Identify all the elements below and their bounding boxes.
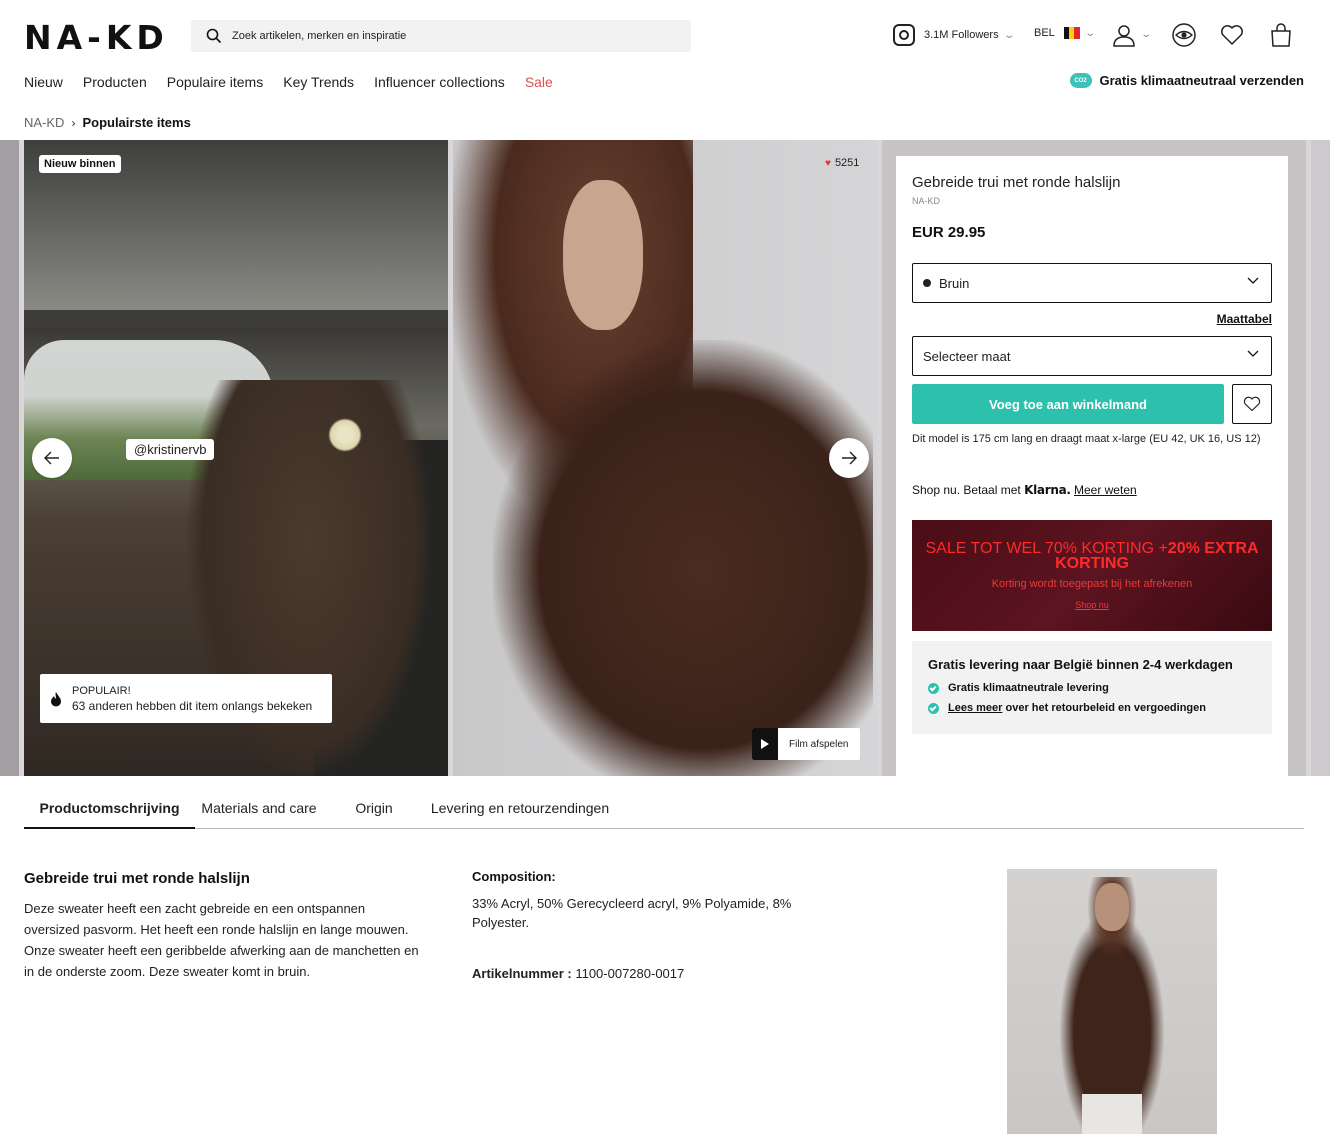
influencer-handle-tag[interactable]: @kristinervb bbox=[126, 439, 215, 460]
size-chart-link[interactable]: Maattabel bbox=[1217, 312, 1272, 326]
region-code: BEL bbox=[1034, 27, 1055, 39]
klarna-more-link[interactable]: Meer weten bbox=[1074, 483, 1137, 497]
co2-cloud-icon: CO2 bbox=[1069, 73, 1092, 88]
delivery-item-2-text: over het retourbeleid en vergoedingen bbox=[1005, 702, 1207, 714]
nav-item-nieuw[interactable]: Nieuw bbox=[24, 74, 63, 90]
delivery-item-climate: Gratis klimaatneutrale levering bbox=[928, 682, 1256, 694]
promo-subtext: Korting wordt toegepast bij het afrekene… bbox=[991, 578, 1193, 590]
model-size-note: Dit model is 175 cm lang en draagt maat … bbox=[912, 433, 1261, 445]
description-title: Gebreide trui met ronde halslijn bbox=[24, 870, 250, 887]
likes-count: 5251 bbox=[834, 157, 860, 169]
climate-shipping-text: Gratis klimaatneutraal verzenden bbox=[1099, 73, 1304, 88]
description-body: Deze sweater heeft een zacht gebreide en… bbox=[24, 901, 419, 979]
account-icon[interactable] bbox=[1111, 22, 1137, 48]
delivery-info: Gratis levering naar België binnen 2-4 w… bbox=[912, 641, 1272, 734]
search-bar[interactable]: Zoek artikelen, merken en inspiratie bbox=[191, 20, 691, 52]
hair-clip-flower bbox=[328, 418, 362, 452]
color-swatch bbox=[923, 279, 931, 287]
sale-promo-banner[interactable]: SALE TOT WEL 70% KORTING +20% EXTRA KORT… bbox=[912, 520, 1272, 631]
flame-icon bbox=[51, 691, 61, 706]
heart-outline-icon bbox=[1243, 396, 1261, 412]
product-thumbnail-image[interactable] bbox=[1007, 869, 1217, 1134]
article-number-label: Artikelnummer : bbox=[472, 966, 572, 981]
klarna-prefix: Shop nu. Betaal met bbox=[912, 483, 1021, 497]
gallery-next-image-edge bbox=[1311, 140, 1330, 776]
instagram-link[interactable]: 3.1M Followers ⌄ bbox=[893, 24, 1015, 46]
color-select[interactable]: Bruin bbox=[912, 263, 1272, 303]
gallery-prev-button[interactable] bbox=[32, 438, 72, 478]
breadcrumb-root[interactable]: NA-KD bbox=[24, 115, 64, 130]
check-icon bbox=[928, 702, 939, 714]
arrow-left-icon bbox=[44, 451, 59, 465]
add-to-wishlist-button[interactable] bbox=[1232, 384, 1272, 424]
main-nav: Nieuw Producten Populaire items Key Tren… bbox=[24, 74, 573, 90]
delivery-item-returns: Lees meer over het retourbeleid en vergo… bbox=[928, 702, 1256, 714]
popular-title: POPULAIR! bbox=[72, 684, 131, 697]
play-video-button[interactable]: Film afspelen bbox=[752, 728, 860, 760]
breadcrumb: NA-KD › Populairste items bbox=[24, 115, 191, 130]
region-selector[interactable]: BEL ⌄ bbox=[1034, 27, 1096, 39]
recently-viewed-icon[interactable] bbox=[1171, 22, 1197, 48]
color-selected-label: Bruin bbox=[939, 275, 970, 291]
returns-read-more-link[interactable]: Lees meer bbox=[948, 702, 1002, 714]
new-arrival-badge: Nieuw binnen bbox=[39, 155, 121, 173]
composition-label: Composition: bbox=[472, 869, 556, 884]
chevron-down-icon: ⌄ bbox=[1084, 27, 1096, 39]
size-placeholder: Selecteer maat bbox=[923, 348, 1011, 364]
wishlist-heart-icon[interactable] bbox=[1219, 22, 1245, 48]
gallery-next-button[interactable] bbox=[829, 438, 869, 478]
chevron-down-icon bbox=[1247, 350, 1259, 357]
promo-shop-link[interactable]: Shop nu bbox=[912, 600, 1272, 610]
heart-icon: ♥ bbox=[825, 157, 831, 169]
promo-headline-1: SALE TOT WEL 70% KORTING + bbox=[925, 540, 1168, 557]
belgium-flag-icon bbox=[1063, 27, 1080, 39]
search-placeholder: Zoek artikelen, merken en inspiratie bbox=[232, 30, 407, 42]
chevron-down-icon bbox=[1247, 277, 1259, 284]
chevron-down-icon: ⌄ bbox=[1140, 29, 1153, 40]
delivery-item-1-text: Gratis klimaatneutrale levering bbox=[948, 682, 1109, 694]
logo[interactable]: NA-KD bbox=[24, 18, 169, 57]
gallery-prev-image-edge bbox=[0, 140, 19, 776]
nav-item-populaire-items[interactable]: Populaire items bbox=[167, 74, 264, 90]
product-image-model[interactable] bbox=[453, 140, 877, 776]
promo-headline: SALE TOT WEL 70% KORTING +20% EXTRA KORT… bbox=[912, 540, 1272, 572]
product-info-panel: Gebreide trui met ronde halslijn NA-KD E… bbox=[896, 156, 1288, 776]
chevron-down-icon: ⌄ bbox=[1002, 29, 1015, 41]
instagram-icon bbox=[893, 24, 915, 46]
nav-item-influencer-collections[interactable]: Influencer collections bbox=[374, 74, 505, 90]
check-icon bbox=[928, 682, 939, 694]
nav-item-key-trends[interactable]: Key Trends bbox=[283, 74, 354, 90]
add-to-cart-button[interactable]: Voeg toe aan winkelmand bbox=[912, 384, 1224, 424]
size-select[interactable]: Selecteer maat bbox=[912, 336, 1272, 376]
tab-productomschrijving[interactable]: Productomschrijving bbox=[24, 790, 195, 829]
likes-counter: ♥ 5251 bbox=[825, 157, 859, 169]
chevron-right-icon: › bbox=[71, 115, 76, 130]
tab-origin[interactable]: Origin bbox=[323, 790, 425, 829]
climate-shipping-banner: CO2 Gratis klimaatneutraal verzenden bbox=[1069, 73, 1304, 88]
cart-bag-icon[interactable] bbox=[1268, 22, 1294, 48]
popular-text: 63 anderen hebben dit item onlangs bekek… bbox=[72, 698, 313, 713]
product-tabs: Productomschrijving Materials and care O… bbox=[24, 790, 1304, 829]
arrow-right-icon bbox=[842, 451, 857, 465]
product-brand[interactable]: NA-KD bbox=[912, 196, 940, 206]
composition-text: 33% Acryl, 50% Gerecycleerd acryl, 9% Po… bbox=[472, 896, 792, 930]
klarna-logo: Klarna. bbox=[1024, 483, 1071, 497]
search-icon bbox=[206, 28, 222, 44]
nav-item-producten[interactable]: Producten bbox=[83, 74, 147, 90]
product-title: Gebreide trui met ronde halslijn bbox=[912, 174, 1121, 191]
play-video-label: Film afspelen bbox=[789, 738, 849, 750]
play-icon bbox=[752, 728, 778, 760]
product-price: EUR 29.95 bbox=[912, 224, 986, 241]
delivery-title: Gratis levering naar België binnen 2-4 w… bbox=[928, 657, 1233, 672]
breadcrumb-current: Populairste items bbox=[82, 115, 191, 130]
article-number-value: 1100-007280-0017 bbox=[575, 966, 685, 981]
nav-item-sale[interactable]: Sale bbox=[525, 74, 553, 90]
tab-levering-en-retourzendingen[interactable]: Levering en retourzendingen bbox=[425, 790, 615, 829]
klarna-payment-note: Shop nu. Betaal met Klarna. Meer weten bbox=[912, 483, 1137, 497]
popular-notice: POPULAIR! 63 anderen hebben dit item onl… bbox=[40, 674, 332, 723]
tab-materials-and-care[interactable]: Materials and care bbox=[195, 790, 323, 829]
article-number: Artikelnummer : 1100-007280-0017 bbox=[472, 966, 684, 981]
instagram-followers: 3.1M Followers bbox=[924, 29, 999, 41]
